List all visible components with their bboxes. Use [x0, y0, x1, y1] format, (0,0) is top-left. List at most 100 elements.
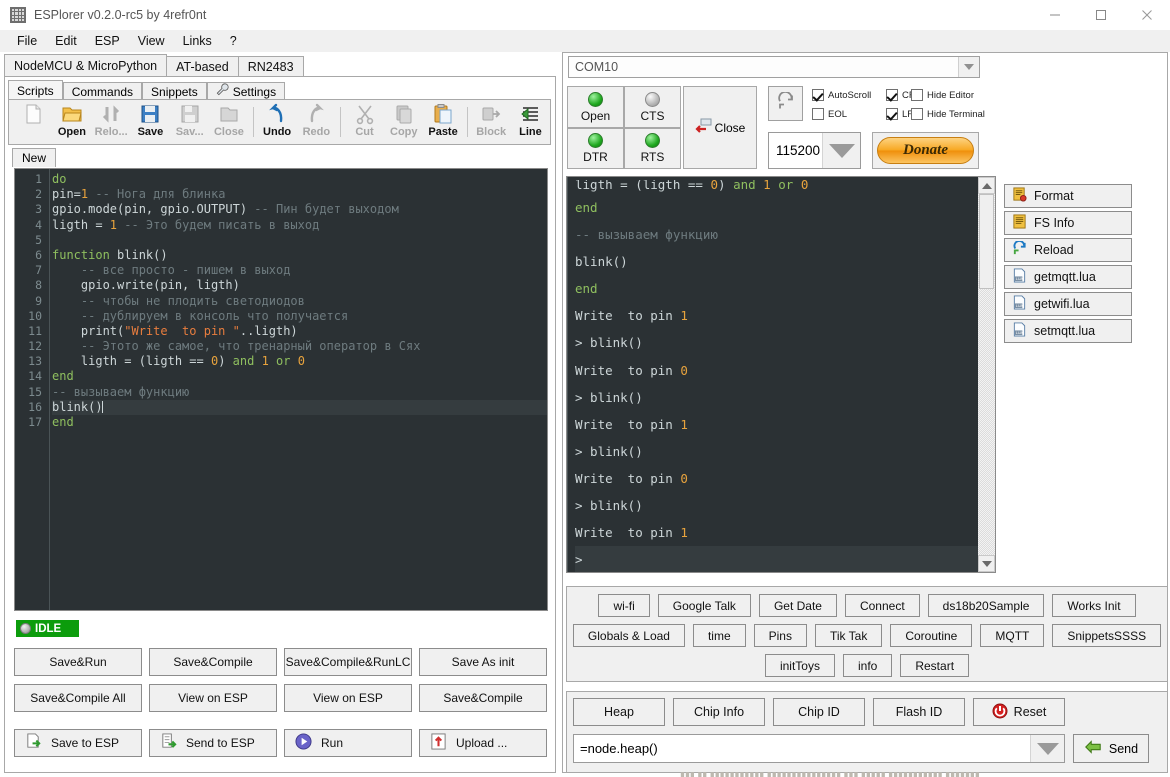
chip-id-button[interactable]: Chip ID	[773, 698, 865, 726]
code-line[interactable]: ligth = (ligth == 0) and 1 or 0	[52, 354, 547, 369]
chevron-down-icon[interactable]	[822, 133, 860, 168]
donate-button[interactable]: Donate	[877, 137, 974, 164]
toolbar-undo-button[interactable]: Undo	[257, 100, 296, 144]
chevron-down-icon[interactable]	[958, 57, 979, 77]
save-compile-button-2[interactable]: Save&Compile	[419, 684, 547, 712]
menu-view[interactable]: View	[129, 32, 174, 50]
code-line[interactable]: print("Write to pin "..ligth)	[52, 324, 547, 339]
flash-id-button[interactable]: Flash ID	[873, 698, 965, 726]
toolbar-save-button[interactable]: Save	[131, 100, 170, 144]
checkbox-hide-editor-box[interactable]	[911, 89, 923, 101]
tab-nodemcu-micropython[interactable]: NodeMCU & MicroPython	[4, 54, 168, 76]
terminal-scroll-thumb[interactable]	[979, 194, 994, 289]
snippet-button[interactable]: Tik Tak	[814, 624, 883, 647]
snippet-button[interactable]: SnippetsSSSS	[1052, 624, 1162, 647]
sub-tab-scripts[interactable]: Scripts	[8, 80, 63, 101]
led-dtr[interactable]: DTR	[567, 128, 624, 169]
toolbar-new-button[interactable]	[13, 100, 52, 144]
toolbar-close-button[interactable]: Close	[209, 100, 248, 144]
save-compile-runlc-button[interactable]: Save&Compile&RunLC	[284, 648, 412, 676]
snippet-button[interactable]: Coroutine	[890, 624, 973, 647]
snippet-button[interactable]: Restart	[900, 654, 970, 677]
snippet-button[interactable]: Works Init	[1052, 594, 1136, 617]
send-to-esp-button[interactable]: Send to ESP	[149, 729, 277, 757]
file-tab-new[interactable]: New	[12, 148, 57, 167]
checkbox-hide-terminal[interactable]: Hide Terminal	[911, 108, 985, 120]
snippet-button[interactable]: initToys	[764, 654, 835, 677]
menu-links[interactable]: Links	[174, 32, 221, 50]
view-on-esp-button-2[interactable]: View on ESP	[284, 684, 412, 712]
save-and-run-button[interactable]: Save&Run	[14, 648, 142, 676]
checkbox-cr-box[interactable]	[886, 89, 898, 101]
toolbar-block-button[interactable]: Block	[472, 100, 511, 144]
file-getmqtt-lua[interactable]: LUA getmqtt.lua	[1004, 265, 1132, 289]
menu-esp[interactable]: ESP	[86, 32, 129, 50]
chevron-down-icon[interactable]	[1030, 735, 1064, 762]
snippet-button[interactable]: Google Talk	[657, 594, 751, 617]
maximize-button[interactable]	[1078, 0, 1124, 30]
close-button[interactable]	[1124, 0, 1170, 30]
toolbar-redo-button[interactable]: Redo	[297, 100, 336, 144]
code-line[interactable]: -- чтобы не плодить светодиодов	[52, 294, 547, 309]
toolbar-cut-button[interactable]: Cut	[345, 100, 384, 144]
snippet-button[interactable]: Pins	[753, 624, 807, 647]
code-line[interactable]: ligth = 1 -- Это будем писать в выход	[52, 218, 547, 233]
toolbar-paste-button[interactable]: Paste	[423, 100, 462, 144]
run-button[interactable]: Run	[284, 729, 412, 757]
com-port-select[interactable]: COM10	[568, 56, 980, 78]
minimize-button[interactable]	[1032, 0, 1078, 30]
menu-edit[interactable]: Edit	[46, 32, 86, 50]
toolbar-open-button[interactable]: Open	[52, 100, 91, 144]
chip-info-button[interactable]: Chip Info	[673, 698, 765, 726]
snippet-button[interactable]: time	[692, 624, 746, 647]
toolbar-copy-button[interactable]: Copy	[384, 100, 423, 144]
led-open[interactable]: Open	[567, 86, 624, 128]
serial-terminal[interactable]: ligth = (ligth == 0) and 1 or 0 end -- выз…	[566, 176, 996, 573]
snippet-button[interactable]: info	[842, 654, 893, 677]
save-compile-all-button[interactable]: Save&Compile All	[14, 684, 142, 712]
menu-help[interactable]: ?	[221, 32, 246, 50]
code-line[interactable]: blink()	[52, 399, 547, 415]
checkbox-lf-box[interactable]	[886, 108, 898, 120]
terminal-scrollbar[interactable]	[978, 177, 995, 572]
heap-button[interactable]: Heap	[573, 698, 665, 726]
scroll-down-arrow-icon[interactable]	[978, 555, 995, 572]
snippet-button[interactable]: wi-fi	[598, 594, 650, 617]
view-on-esp-button-1[interactable]: View on ESP	[149, 684, 277, 712]
fs-info-button[interactable]: FS Info	[1004, 211, 1132, 235]
checkbox-autoscroll[interactable]: AutoScroll	[812, 89, 871, 101]
snippet-button[interactable]: Globals & Load	[572, 624, 685, 647]
reset-button[interactable]: Reset	[973, 698, 1065, 726]
checkbox-lf[interactable]: LF	[886, 108, 913, 120]
close-connection-button[interactable]: Close	[683, 86, 757, 169]
upload-button[interactable]: Upload ...	[419, 729, 547, 757]
file-getwifi-lua[interactable]: LUA getwifi.lua	[1004, 292, 1132, 316]
code-line[interactable]: function blink()	[52, 248, 547, 263]
code-line[interactable]: do	[52, 172, 547, 187]
code-line[interactable]: end	[52, 415, 547, 430]
toolbar-reload-button[interactable]: Relo...	[92, 100, 131, 144]
checkbox-eol[interactable]: EOL	[812, 108, 847, 120]
menu-file[interactable]: File	[8, 32, 46, 50]
led-rts[interactable]: RTS	[624, 128, 681, 169]
save-and-compile-button[interactable]: Save&Compile	[149, 648, 277, 676]
code-line[interactable]: pin=1 -- Нога для блинка	[52, 187, 547, 202]
file-setmqtt-lua[interactable]: LUA setmqtt.lua	[1004, 319, 1132, 343]
baud-rate-select[interactable]: 115200	[768, 132, 861, 169]
checkbox-eol-box[interactable]	[812, 108, 824, 120]
checkbox-hide-editor[interactable]: Hide Editor	[911, 89, 974, 101]
code-line[interactable]: -- вызываем функцию	[52, 385, 547, 400]
code-line[interactable]: end	[52, 369, 547, 384]
send-button[interactable]: Send	[1073, 734, 1149, 763]
code-line[interactable]: -- дублируем в консоль что получается	[52, 309, 547, 324]
save-to-esp-button[interactable]: Save to ESP	[14, 729, 142, 757]
code-editor[interactable]: 1 2 3 4 5 6 7 8 9 10 11 12 13 14 15 16 17 do pin=1 -- Ног…	[14, 168, 548, 611]
code-line[interactable]	[52, 233, 547, 248]
code-line[interactable]: -- Этото же самое, что тренарный операто…	[52, 339, 547, 354]
snippet-button[interactable]: MQTT	[980, 624, 1045, 647]
reload-files-button[interactable]: Reload	[1004, 238, 1132, 262]
snippet-button[interactable]: Get Date	[758, 594, 837, 617]
code-line[interactable]: -- все просто - пишем в выход	[52, 263, 547, 278]
toolbar-save-as-button[interactable]: Sav...	[170, 100, 209, 144]
save-as-init-button[interactable]: Save As init	[419, 648, 547, 676]
